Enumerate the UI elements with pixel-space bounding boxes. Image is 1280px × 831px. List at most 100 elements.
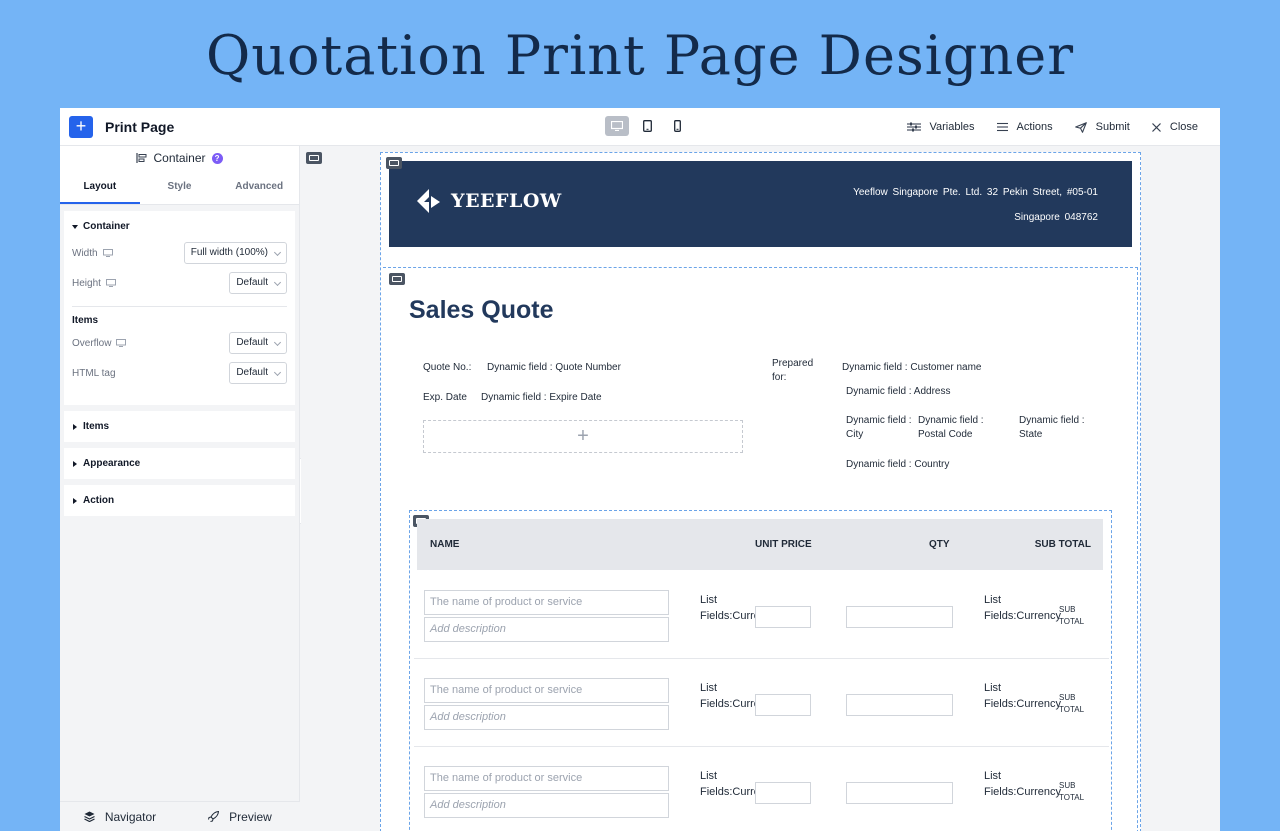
action-section-title: Action [83,495,115,506]
overflow-label: Overflow [72,337,112,349]
layers-icon [84,811,95,822]
container-section-toggle[interactable]: Container [72,221,287,232]
body-handle-icon[interactable] [389,273,405,285]
unit-price-field: List Fields:Currency [700,594,778,622]
table-row: The name of product or service Add descr… [414,659,1109,747]
actions-label: Actions [1016,121,1053,133]
subtotal-field: List Fields:Currency [984,682,1062,710]
caret-right-icon [73,497,77,504]
action-section-toggle[interactable]: Action [64,485,295,516]
variables-label: Variables [929,121,975,133]
prepared-for-label: Prepared for: [772,358,814,383]
navigator-button[interactable]: Navigator [60,810,180,824]
brand-name: YEEFLOW [451,190,562,212]
unit-price-input[interactable] [755,606,811,628]
app-title: Print Page [105,119,175,135]
rocket-icon [208,811,220,822]
subtotal-label: SUB TOTAL [1059,781,1085,802]
mobile-icon[interactable] [665,116,689,136]
product-name-input[interactable]: The name of product or service [424,766,669,791]
exp-date-label: Exp. Date [423,392,467,403]
top-bar: + Print Page Variables Actions Submit Cl… [60,108,1220,146]
html-tag-row: HTML tag Default [72,358,287,388]
items-section-title: Items [83,421,110,432]
desktop-icon[interactable] [605,116,629,136]
close-label: Close [1169,121,1198,133]
container-icon [136,153,147,163]
exp-date-field[interactable]: Dynamic field : Expire Date [481,391,602,405]
tab-layout[interactable]: Layout [60,170,140,204]
help-icon[interactable]: ? [211,152,223,164]
quote-heading: Sales Quote [409,296,554,324]
subtotal-field: List Fields:Currency [984,594,1062,622]
width-select[interactable]: Full width (100%) [183,242,287,264]
tablet-icon[interactable] [635,116,659,136]
navigator-label: Navigator [104,809,157,824]
description-input[interactable]: Add description [424,793,669,818]
table-row: The name of product or service Add descr… [414,571,1109,659]
subtotal-label: SUB TOTAL [1059,605,1085,626]
column-sub-total: SUB TOTAL [1034,539,1091,550]
desktop-icon [102,249,113,257]
preview-label: Preview [229,809,272,824]
html-tag-label: HTML tag [72,367,116,379]
company-address-line1: Yeeflow Singapore Pte. Ltd. 32 Pekin Str… [853,187,1098,198]
width-label: Width [72,247,98,259]
tab-style[interactable]: Style [140,170,220,204]
state-field[interactable]: Dynamic field : State [1019,414,1099,442]
overflow-row: Overflow Default [72,328,287,358]
postal-code-field[interactable]: Dynamic field : Postal Code [918,414,996,442]
container-handle-icon[interactable] [306,152,322,164]
desktop-icon [116,339,127,347]
product-name-input[interactable]: The name of product or service [424,678,669,703]
column-qty: QTY [929,539,950,550]
desktop-icon [105,279,116,287]
design-canvas: YEEFLOW Yeeflow Singapore Pte. Ltd. 32 P… [301,146,1220,831]
description-input[interactable]: Add description [424,617,669,642]
company-address-line2: Singapore 048762 [1014,212,1098,223]
close-button[interactable]: Close [1151,121,1198,133]
column-unit-price: UNIT PRICE [755,539,812,550]
appearance-section-toggle[interactable]: Appearance [64,448,295,479]
actions-button[interactable]: Actions [996,121,1053,133]
html-tag-select[interactable]: Default [229,362,287,384]
country-field[interactable]: Dynamic field : Country [846,458,949,472]
address-field[interactable]: Dynamic field : Address [846,385,951,399]
quote-no-label: Quote No.: [423,362,472,373]
panel-tabs: Layout Style Advanced [60,170,299,205]
height-label: Height [72,277,101,289]
unit-price-field: List Fields:Currency [700,682,778,710]
device-switcher [605,116,689,136]
quote-no-field[interactable]: Dynamic field : Quote Number [487,361,621,375]
height-select[interactable]: Default [229,272,287,294]
variables-button[interactable]: Variables [906,121,975,133]
qty-input[interactable] [846,694,953,716]
header-handle-icon[interactable] [386,157,402,169]
preview-button[interactable]: Preview [180,810,300,824]
subtotal-field: List Fields:Currency [984,770,1062,798]
width-row: Width Full width (100%) [72,238,287,268]
overflow-select[interactable]: Default [229,332,287,354]
send-icon [1074,121,1087,133]
add-element-button[interactable]: + [69,116,93,138]
product-name-input[interactable]: The name of product or service [424,590,669,615]
caret-down-icon [72,224,78,229]
city-field[interactable]: Dynamic field : City [846,414,914,442]
qty-input[interactable] [846,782,953,804]
description-input[interactable]: Add description [424,705,669,730]
add-widget-dropzone[interactable]: + [423,420,743,453]
items-section-toggle[interactable]: Items [64,411,295,442]
page-title: Quotation Print Page Designer [205,24,1075,87]
table-row: The name of product or service Add descr… [414,747,1109,831]
tab-advanced[interactable]: Advanced [219,170,299,204]
caret-right-icon [73,423,77,430]
unit-price-input[interactable] [755,694,811,716]
close-icon [1151,122,1161,132]
caret-right-icon [73,460,77,467]
unit-price-field: List Fields:Currency [700,770,778,798]
qty-input[interactable] [846,606,953,628]
submit-button[interactable]: Submit [1074,121,1130,133]
customer-name-field[interactable]: Dynamic field : Customer name [842,361,982,375]
submit-label: Submit [1095,121,1130,133]
unit-price-input[interactable] [755,782,811,804]
